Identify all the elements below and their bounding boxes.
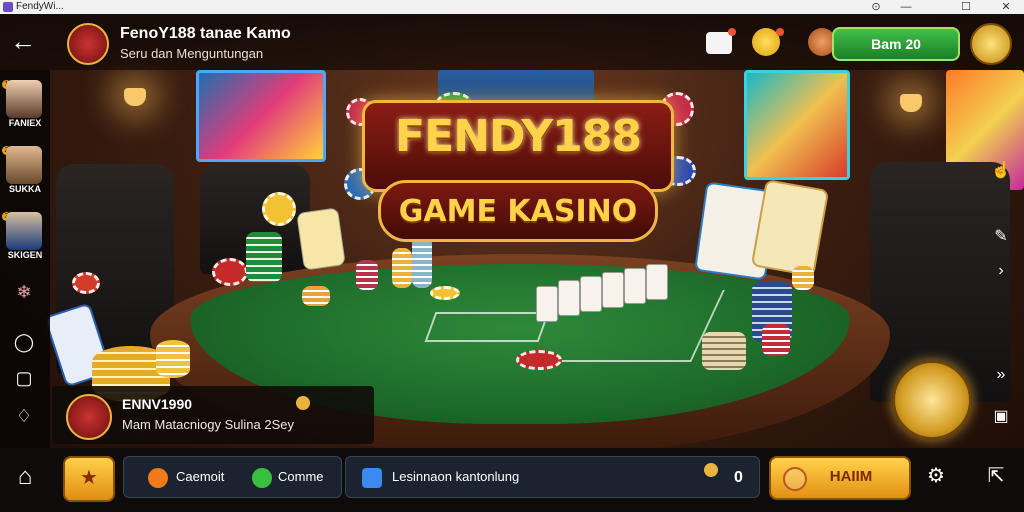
logo-subtitle: GAME KASINO <box>398 194 638 229</box>
poker-chip <box>516 350 562 370</box>
chip-stack <box>356 260 378 290</box>
chip-stack-foreground <box>156 340 190 378</box>
card-hand-right-2 <box>750 179 830 277</box>
diamond-icon[interactable]: ♢ <box>10 404 38 428</box>
action-label[interactable]: Caemoit <box>176 469 224 484</box>
wall-lamp-right <box>900 94 922 112</box>
page-title: FenoY188 tanae Kamo <box>120 25 291 42</box>
exit-icon[interactable]: ⇱ <box>982 462 1010 490</box>
gem-icon <box>362 468 382 488</box>
bonus-button[interactable]: Bam 20 <box>832 27 960 61</box>
playing-card <box>536 286 558 322</box>
chip-stack <box>702 332 746 370</box>
notification-dot <box>728 28 736 36</box>
settings-icon[interactable]: ⚙ <box>922 462 950 490</box>
room-logo-icon <box>66 394 112 440</box>
neon-sign-right <box>744 70 850 180</box>
maximize-button[interactable]: ☐ <box>956 0 976 14</box>
chip-stack <box>792 266 814 290</box>
message-count: 0 <box>734 469 743 486</box>
fire-icon <box>148 468 168 488</box>
playing-card <box>624 268 646 304</box>
chip-stack <box>302 286 330 306</box>
coin-menu-icon[interactable] <box>970 23 1012 65</box>
player-label: FANIEX <box>8 118 42 128</box>
player-avatar[interactable] <box>6 212 42 250</box>
player-label: SUKKA <box>8 184 41 194</box>
shop-icon: ★ <box>80 467 98 489</box>
back-button[interactable]: ← <box>8 26 38 56</box>
hand-pointer-icon[interactable]: ☝ <box>990 160 1012 182</box>
playing-card <box>646 264 668 300</box>
player-label: SKIGEN <box>7 250 43 260</box>
player-avatar[interactable] <box>6 146 42 184</box>
coin-icon <box>704 463 718 477</box>
room-title: ENNV1990 <box>122 396 193 412</box>
playing-card <box>558 280 580 316</box>
app-logo-icon <box>3 2 13 12</box>
pencil-icon[interactable]: ✎ <box>990 226 1012 248</box>
card-hand-left <box>296 207 346 271</box>
square-icon[interactable]: ▢ <box>10 366 38 390</box>
headset-icon[interactable]: ◯ <box>10 330 38 354</box>
neon-sign-left <box>196 70 326 162</box>
message-pill[interactable]: Lesinnaon kantonlung 0 <box>345 456 760 498</box>
coin-icon <box>296 396 310 410</box>
poker-chip <box>72 272 100 294</box>
logo-top-plate: FENDY188 <box>362 100 674 192</box>
minimize-button[interactable]: — <box>896 0 916 14</box>
action-label[interactable]: Comme <box>278 469 324 484</box>
room-info-card[interactable]: ENNV1990 Mam Matacniogy Sulina 2Sey <box>52 386 374 444</box>
gold-coin-button[interactable] <box>892 360 972 440</box>
record-icon[interactable]: ⊙ <box>866 0 886 14</box>
playing-card <box>580 276 602 312</box>
window-title-bar: FendyWi... ⊙ — ☐ ✕ <box>0 0 1024 14</box>
claim-button[interactable]: HAIIM <box>769 456 911 500</box>
dice-icon[interactable] <box>706 32 732 54</box>
chevron-right-icon[interactable]: › <box>990 260 1012 282</box>
poker-chip <box>212 258 248 286</box>
home-icon: ⌂ <box>17 463 33 490</box>
game-logo: FENDY188 GAME KASINO <box>350 100 680 258</box>
player-avatar[interactable] <box>6 80 42 118</box>
wall-lamp-left <box>124 88 146 106</box>
chip-stack <box>246 232 282 282</box>
home-button[interactable]: ⌂ <box>10 462 40 492</box>
window-title: FendyWi... <box>16 1 64 12</box>
room-subtitle: Mam Matacniogy Sulina 2Sey <box>122 417 294 432</box>
playing-card <box>602 272 624 308</box>
fast-forward-icon[interactable]: » <box>990 364 1012 386</box>
notification-dot <box>776 28 784 36</box>
message-text: Lesinnaon kantonlung <box>392 469 520 484</box>
shop-button[interactable]: ★ <box>63 456 115 502</box>
logo-title: FENDY188 <box>395 111 642 162</box>
poker-chip <box>430 286 460 300</box>
claim-label: HAIIM <box>829 468 873 485</box>
page-subtitle: Seru dan Menguntungan <box>120 46 264 61</box>
swirl-icon[interactable]: ❄ <box>10 280 38 304</box>
quick-actions-pill: Caemoit Comme <box>123 456 342 498</box>
close-button[interactable]: ✕ <box>996 0 1016 14</box>
poker-chip <box>262 192 296 226</box>
gift-icon <box>783 467 807 491</box>
app-avatar-icon[interactable] <box>67 23 109 65</box>
top-bar: ← FenoY188 tanae Kamo Seru dan Menguntun… <box>0 14 1024 70</box>
left-sidebar: 1 FANIEX 2 SUKKA 3 SKIGEN ❄ ◯ ▢ ♢ <box>0 70 50 448</box>
gallery-icon[interactable]: ▣ <box>990 406 1012 428</box>
arrow-left-icon: ← <box>10 26 36 56</box>
felt-marking <box>424 312 550 342</box>
chip-stack <box>762 324 790 356</box>
logo-bottom-plate: GAME KASINO <box>378 180 658 242</box>
bottom-bar: ⌂ ★ Caemoit Comme Lesinnaon kantonlung 0… <box>0 448 1024 512</box>
leaf-icon <box>252 468 272 488</box>
